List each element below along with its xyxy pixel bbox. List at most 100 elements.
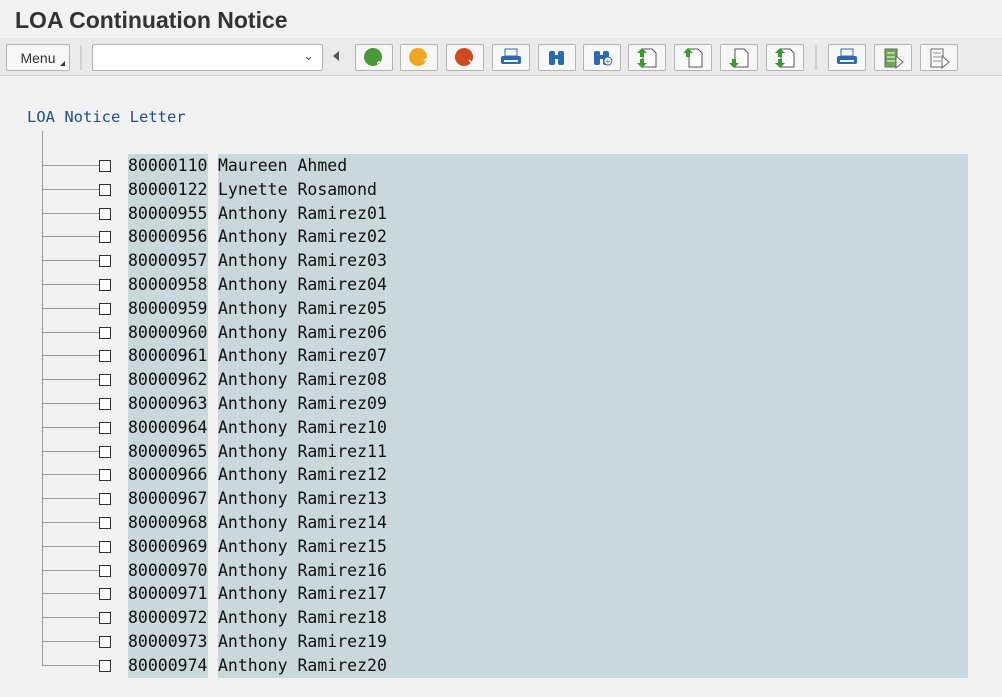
tree-item[interactable]: 80000968 Anthony Ramirez14 xyxy=(0,511,968,535)
employee-name: Anthony Ramirez20 xyxy=(218,653,968,678)
tree-connector xyxy=(42,641,99,642)
change-layout-button[interactable] xyxy=(920,44,958,71)
tree-item[interactable]: 80000958 Anthony Ramirez04 xyxy=(0,273,968,297)
menu-button[interactable]: Menu xyxy=(6,44,70,71)
tree-connector xyxy=(42,379,99,381)
separator xyxy=(815,45,817,70)
item-checkbox[interactable] xyxy=(99,588,111,601)
tree-item[interactable]: 80000956 Anthony Ramirez02 xyxy=(0,225,968,250)
exit-button[interactable]: ⌃ xyxy=(400,44,438,71)
select-layout-button[interactable] xyxy=(874,44,912,71)
tree-connector xyxy=(42,498,99,500)
item-checkbox[interactable] xyxy=(99,540,111,553)
previous-page-button[interactable] xyxy=(674,44,712,71)
tree-connector xyxy=(42,474,99,476)
item-checkbox[interactable] xyxy=(99,279,111,291)
tree-item[interactable]: 80000963 Anthony Ramirez09 xyxy=(0,392,968,416)
tree-item[interactable]: 80000973 Anthony Ramirez19 xyxy=(0,630,968,654)
find-next-button[interactable]: + xyxy=(583,44,621,71)
toolbar: Menu ⌄ « ⌃ × + xyxy=(0,38,1002,76)
personnel-number: 80000974 xyxy=(128,653,208,678)
tree-connector xyxy=(42,188,99,190)
item-checkbox[interactable] xyxy=(99,564,111,577)
next-page-icon xyxy=(728,47,750,69)
employee-name: Anthony Ramirez11 xyxy=(218,439,968,464)
print-list-button[interactable] xyxy=(828,44,866,71)
collapse-toolbar-icon[interactable] xyxy=(333,51,339,61)
last-page-button[interactable] xyxy=(766,44,804,71)
back-button[interactable]: « xyxy=(355,44,393,71)
next-page-button[interactable] xyxy=(720,44,758,71)
personnel-number: 80000958 xyxy=(128,273,208,297)
employee-name: Anthony Ramirez03 xyxy=(218,249,968,274)
item-checkbox[interactable] xyxy=(99,421,111,434)
tree-connector xyxy=(42,617,99,619)
item-checkbox[interactable] xyxy=(99,326,111,339)
item-checkbox[interactable] xyxy=(99,493,111,506)
tree-item[interactable]: 80000969 Anthony Ramirez15 xyxy=(0,534,968,559)
employee-name: Anthony Ramirez16 xyxy=(218,558,968,583)
back-icon: « xyxy=(363,47,385,69)
item-checkbox[interactable] xyxy=(99,160,111,172)
first-page-button[interactable] xyxy=(628,44,666,71)
employee-name: Anthony Ramirez06 xyxy=(218,320,968,345)
personnel-number: 80000959 xyxy=(128,296,208,321)
item-checkbox[interactable] xyxy=(99,350,111,363)
tree-item[interactable]: 80000967 Anthony Ramirez13 xyxy=(0,487,968,512)
find-button[interactable] xyxy=(538,44,576,71)
tree-connector xyxy=(42,284,99,285)
personnel-number: 80000968 xyxy=(128,511,208,535)
tree-item[interactable]: 80000970 Anthony Ramirez16 xyxy=(0,558,968,583)
tree-item[interactable]: 80000974 Anthony Ramirez20 xyxy=(0,653,968,678)
find-icon xyxy=(546,48,568,68)
personnel-number: 80000960 xyxy=(128,320,208,345)
cancel-button[interactable]: × xyxy=(446,44,484,71)
item-checkbox[interactable] xyxy=(99,659,111,672)
select-layout-icon xyxy=(882,47,904,69)
tree-item[interactable]: 80000959 Anthony Ramirez05 xyxy=(0,296,968,321)
print-icon xyxy=(500,48,522,68)
tree-item[interactable]: 80000964 Anthony Ramirez10 xyxy=(0,415,968,440)
item-checkbox[interactable] xyxy=(99,445,111,458)
item-checkbox[interactable] xyxy=(99,374,111,387)
personnel-number: 80000961 xyxy=(128,344,208,369)
last-page-icon xyxy=(774,47,796,69)
command-field[interactable]: ⌄ xyxy=(92,44,323,71)
tree-item[interactable]: 80000110 Maureen Ahmed xyxy=(0,154,968,178)
tree-item[interactable]: 80000955 Anthony Ramirez01 xyxy=(0,201,968,226)
print-list-icon xyxy=(836,48,858,68)
tree-connector xyxy=(42,260,99,262)
tree-item[interactable]: 80000971 Anthony Ramirez17 xyxy=(0,582,968,607)
employee-name: Anthony Ramirez01 xyxy=(218,201,968,226)
item-checkbox[interactable] xyxy=(99,398,111,410)
chevron-down-icon[interactable]: ⌄ xyxy=(303,48,314,64)
tree-item[interactable]: 80000122 Lynette Rosamond xyxy=(0,177,968,202)
employee-name: Anthony Ramirez12 xyxy=(218,463,968,488)
personnel-number: 80000962 xyxy=(128,368,208,393)
tree-item[interactable]: 80000965 Anthony Ramirez11 xyxy=(0,439,968,464)
svg-text:⌃: ⌃ xyxy=(421,56,430,69)
item-checkbox[interactable] xyxy=(99,231,111,244)
item-checkbox[interactable] xyxy=(99,207,111,220)
personnel-number: 80000963 xyxy=(128,392,208,416)
tree-item[interactable]: 80000972 Anthony Ramirez18 xyxy=(0,606,968,631)
tree-item[interactable]: 80000962 Anthony Ramirez08 xyxy=(0,368,968,393)
tree-item[interactable]: 80000961 Anthony Ramirez07 xyxy=(0,344,968,369)
employee-name: Anthony Ramirez10 xyxy=(218,415,968,440)
tree-item[interactable]: 80000960 Anthony Ramirez06 xyxy=(0,320,968,345)
tree-item[interactable]: 80000966 Anthony Ramirez12 xyxy=(0,463,968,488)
tree-item[interactable]: 80000957 Anthony Ramirez03 xyxy=(0,249,968,274)
print-button[interactable] xyxy=(492,44,530,71)
separator xyxy=(80,45,82,70)
item-checkbox[interactable] xyxy=(99,183,111,196)
item-checkbox[interactable] xyxy=(99,612,111,625)
item-checkbox[interactable] xyxy=(99,636,111,648)
previous-page-icon xyxy=(682,47,704,69)
item-checkbox[interactable] xyxy=(99,517,111,529)
item-checkbox[interactable] xyxy=(99,469,111,482)
personnel-number: 80000957 xyxy=(128,249,208,274)
item-checkbox[interactable] xyxy=(99,255,111,268)
personnel-number: 80000955 xyxy=(128,201,208,226)
item-checkbox[interactable] xyxy=(99,302,111,315)
employee-name: Maureen Ahmed xyxy=(218,154,968,178)
